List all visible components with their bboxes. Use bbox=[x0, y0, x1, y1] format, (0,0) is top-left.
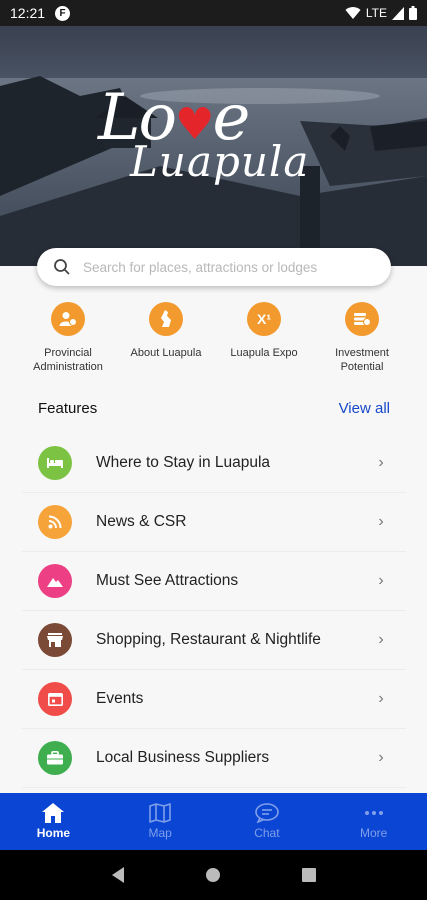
love-luapula-logo: Lo♥e Luapula bbox=[98, 81, 338, 221]
expo-x1-icon: X¹ bbox=[247, 302, 281, 336]
list-item-events[interactable]: Events › bbox=[22, 670, 406, 729]
quick-link-label: Luapula Expo bbox=[230, 347, 298, 359]
map-icon bbox=[149, 803, 171, 823]
briefcase-icon bbox=[38, 741, 72, 775]
coins-icon bbox=[345, 302, 379, 336]
tab-label: More bbox=[359, 826, 388, 840]
list-item-local-business-suppliers[interactable]: Local Business Suppliers › bbox=[22, 729, 406, 788]
signal-icon bbox=[392, 6, 404, 20]
app-notification-icon: F bbox=[55, 5, 71, 21]
quick-link-label: Investment Potential bbox=[335, 347, 389, 373]
province-map-icon bbox=[149, 302, 183, 336]
quick-link-about-luapula[interactable]: About Luapula bbox=[118, 302, 214, 374]
chevron-right-icon: › bbox=[378, 631, 384, 648]
features-list: Where to Stay in Luapula › News & CSR › … bbox=[22, 434, 406, 788]
tab-label: Chat bbox=[254, 826, 280, 840]
battery-icon bbox=[409, 6, 417, 20]
hero-banner: Lo♥e Luapula bbox=[0, 26, 427, 266]
system-navigation-bar bbox=[0, 850, 427, 900]
chevron-right-icon: › bbox=[378, 454, 384, 471]
list-item-shopping-restaurant-nightlife[interactable]: Shopping, Restaurant & Nightlife › bbox=[22, 611, 406, 670]
quick-link-luapula-expo[interactable]: X¹ Luapula Expo bbox=[216, 302, 312, 374]
home-button-icon[interactable] bbox=[205, 867, 221, 883]
features-header: Features View all bbox=[38, 400, 390, 417]
person-badge-icon bbox=[51, 302, 85, 336]
bottom-tab-bar: Home Map Chat More bbox=[0, 793, 427, 850]
chevron-right-icon: › bbox=[378, 572, 384, 589]
quick-link-investment-potential[interactable]: Investment Potential bbox=[314, 302, 410, 374]
list-item-news-csr[interactable]: News & CSR › bbox=[22, 493, 406, 552]
list-item-where-to-stay[interactable]: Where to Stay in Luapula › bbox=[22, 434, 406, 493]
recents-icon[interactable] bbox=[301, 867, 317, 883]
search-input[interactable] bbox=[83, 259, 375, 275]
list-item-label: Shopping, Restaurant & Nightlife bbox=[96, 631, 321, 648]
chevron-right-icon: › bbox=[378, 513, 384, 530]
network-type: LTE bbox=[365, 6, 387, 20]
tab-label: Map bbox=[148, 826, 172, 840]
tab-map[interactable]: Map bbox=[107, 793, 214, 850]
quick-link-label: About Luapula bbox=[130, 347, 202, 359]
chevron-right-icon: › bbox=[378, 749, 384, 766]
logo-luapula-text: Luapula bbox=[130, 137, 310, 186]
list-item-label: Local Business Suppliers bbox=[96, 749, 270, 766]
chevron-right-icon: › bbox=[378, 690, 384, 707]
list-item-label: Where to Stay in Luapula bbox=[96, 454, 271, 471]
rss-icon bbox=[38, 505, 72, 539]
mountain-icon bbox=[38, 564, 72, 598]
tab-more[interactable]: More bbox=[320, 793, 427, 850]
wifi-icon bbox=[345, 7, 361, 20]
bed-icon bbox=[38, 446, 72, 480]
status-right: LTE bbox=[345, 6, 417, 20]
status-bar: 12:21 F LTE bbox=[0, 0, 427, 26]
quick-link-label: Provincial Administration bbox=[33, 347, 103, 373]
search-icon bbox=[54, 259, 70, 275]
list-item-label: News & CSR bbox=[96, 513, 187, 530]
list-item-label: Events bbox=[96, 690, 144, 707]
features-title: Features bbox=[38, 400, 98, 417]
calendar-icon bbox=[38, 682, 72, 716]
chat-icon bbox=[255, 803, 279, 823]
tab-label: Home bbox=[36, 826, 71, 840]
back-icon[interactable] bbox=[110, 866, 126, 884]
status-time: 12:21 bbox=[10, 5, 46, 21]
quick-links: Provincial Administration About Luapula … bbox=[20, 302, 410, 374]
search-bar[interactable] bbox=[37, 248, 391, 286]
quick-link-provincial-administration[interactable]: Provincial Administration bbox=[20, 302, 116, 374]
store-icon bbox=[38, 623, 72, 657]
tab-home[interactable]: Home bbox=[0, 793, 107, 850]
list-item-must-see-attractions[interactable]: Must See Attractions › bbox=[22, 552, 406, 611]
list-item-label: Must See Attractions bbox=[96, 572, 239, 589]
more-dots-icon bbox=[364, 811, 383, 815]
view-all-link[interactable]: View all bbox=[339, 400, 390, 417]
home-icon bbox=[42, 803, 65, 823]
tab-chat[interactable]: Chat bbox=[214, 793, 321, 850]
